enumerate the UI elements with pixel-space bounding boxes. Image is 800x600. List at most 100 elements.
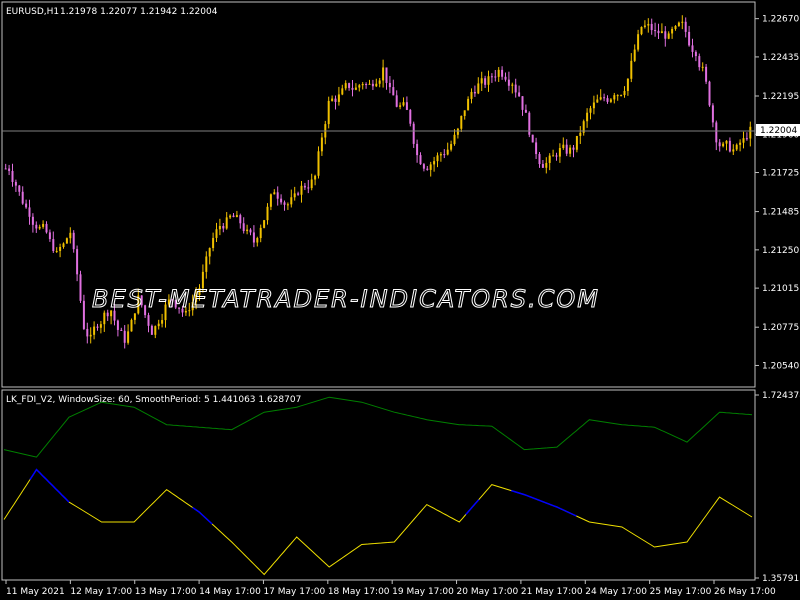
candle-body: [497, 69, 500, 77]
candle-body: [133, 313, 136, 320]
candle-body: [96, 326, 99, 328]
candle-body: [480, 78, 483, 84]
candle-body: [518, 92, 521, 97]
candle-body: [660, 31, 663, 34]
candle-body: [654, 30, 657, 32]
candle-body: [69, 232, 72, 239]
candle-body: [725, 140, 728, 144]
candle-body: [745, 138, 748, 140]
candle-body: [511, 84, 514, 86]
candle-body: [263, 220, 266, 228]
candle-body: [103, 312, 106, 325]
candle-body: [307, 187, 310, 189]
candle-body: [507, 79, 510, 86]
candle-body: [426, 168, 429, 170]
candle-body: [371, 83, 374, 87]
candle-body: [150, 325, 153, 335]
candle-body: [616, 95, 619, 97]
candle-body: [643, 25, 646, 27]
time-tick-label: 20 May 17:00: [457, 587, 519, 597]
candle-body: [708, 81, 711, 106]
candle-body: [14, 181, 17, 186]
candle-body: [609, 99, 612, 102]
candle-body: [395, 95, 398, 107]
candle-body: [419, 155, 422, 165]
candle-body: [711, 105, 714, 123]
candle-body: [351, 87, 354, 90]
candle-body: [579, 132, 582, 136]
candle-body: [599, 97, 602, 100]
candle-body: [691, 45, 694, 52]
candle-body: [273, 192, 276, 195]
candle-body: [222, 225, 225, 229]
candle-body: [59, 246, 62, 251]
candle-body: [154, 326, 157, 335]
candle-body: [52, 239, 55, 252]
candle-body: [38, 226, 41, 229]
candle-body: [565, 144, 568, 154]
watermark: BEST-METATRADER-INDICATORS.COM: [92, 285, 600, 313]
candle-body: [300, 185, 303, 195]
candle-body: [460, 115, 463, 129]
candle-body: [314, 175, 317, 180]
candle-body: [388, 82, 391, 88]
candle-body: [120, 329, 123, 331]
candle-body: [606, 98, 609, 102]
candle-body: [473, 91, 476, 94]
time-tick-label: 24 May 17:00: [585, 587, 647, 597]
candle-body: [715, 122, 718, 143]
time-tick-label: 12 May 17:00: [70, 587, 132, 597]
candle-body: [246, 229, 249, 232]
candle-body: [385, 67, 388, 83]
candle-body: [450, 144, 453, 150]
candle-body: [79, 274, 82, 301]
candle-body: [147, 315, 150, 326]
candle-body: [280, 198, 283, 203]
candle-body: [93, 326, 96, 335]
candle-body: [514, 84, 517, 93]
candle-body: [739, 142, 742, 145]
candle-body: [99, 324, 102, 328]
candle-body: [55, 250, 58, 252]
candle-body: [399, 105, 402, 107]
candle-body: [86, 328, 89, 337]
candle-body: [283, 202, 286, 205]
candle-body: [647, 23, 650, 26]
candle-body: [674, 25, 677, 29]
time-tick-label: 14 May 17:00: [199, 587, 261, 597]
candle-body: [365, 84, 368, 86]
candle-body: [348, 83, 351, 88]
candle-body: [232, 215, 235, 218]
candle-body: [235, 215, 238, 218]
candle-body: [290, 197, 293, 205]
candle-body: [76, 249, 79, 275]
candle-body: [239, 215, 242, 224]
price-tick-label: 1.21725: [762, 169, 799, 179]
candle-body: [208, 248, 211, 257]
chart-window: EURUSD,H1 1.21978 1.22077 1.21942 1.2200…: [0, 0, 800, 600]
candle-body: [8, 168, 11, 171]
candle-body: [266, 206, 269, 221]
candle-body: [531, 134, 534, 143]
candle-body: [572, 147, 575, 150]
candle-body: [633, 49, 636, 61]
candle-body: [569, 147, 572, 154]
candle-body: [589, 108, 592, 113]
candle-body: [558, 148, 561, 157]
candle-body: [242, 223, 245, 232]
candle-body: [123, 330, 126, 343]
current-price-label: 1.22004: [760, 126, 797, 136]
candle-body: [28, 207, 31, 217]
candle-body: [657, 30, 660, 34]
time-tick-label: 19 May 17:00: [392, 587, 454, 597]
candle-body: [555, 155, 558, 157]
candle-body: [358, 85, 361, 88]
price-tick-label: 1.21250: [762, 246, 799, 256]
price-tick-label: 1.21015: [762, 284, 799, 294]
indicator-tick-label: 1.724378: [762, 391, 800, 401]
time-tick-label: 11 May 2021: [6, 587, 65, 597]
candle-body: [409, 109, 412, 124]
candle-body: [161, 320, 164, 324]
candle-body: [677, 22, 680, 26]
candle-body: [375, 83, 378, 87]
